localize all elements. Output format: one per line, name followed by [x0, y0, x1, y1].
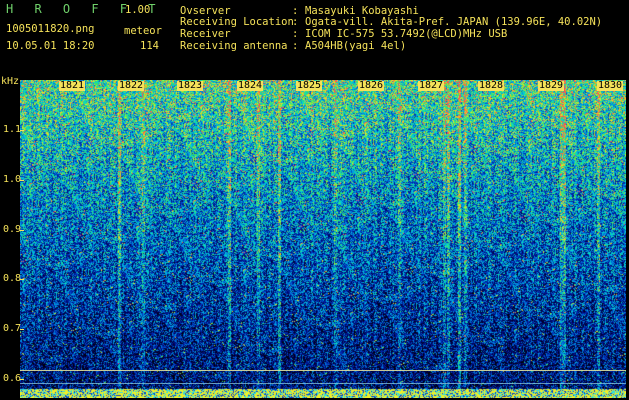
datetime: 10.05.01 18:20 — [6, 40, 95, 52]
x-tick-label: 1828 — [478, 80, 505, 91]
filename: 1005011820.png — [6, 23, 95, 35]
y-tick-label: 0.9 — [3, 224, 22, 235]
y-tick-label: 0.6 — [3, 373, 22, 384]
event-label: meteor — [124, 25, 162, 37]
info-sep: : — [292, 40, 299, 52]
x-tick-label: 1826 — [358, 80, 385, 91]
info-key-antenna: Receiving antenna — [180, 40, 288, 52]
event-count: 114 — [140, 40, 159, 52]
x-tick-label: 1821 — [59, 80, 86, 91]
info-value-antenna: A504HB(yagi 4el) — [305, 40, 407, 52]
spectrogram — [20, 80, 626, 398]
x-tick-label: 1827 — [418, 80, 445, 91]
reference-line — [20, 370, 626, 371]
x-tick-label: 1825 — [296, 80, 323, 91]
y-tick-mark — [20, 180, 24, 181]
y-tick-mark — [20, 230, 24, 231]
x-tick-label: 1830 — [597, 80, 624, 91]
y-tick-mark — [20, 130, 24, 131]
y-tick-label: 1.1 — [3, 124, 22, 135]
x-tick-label: 1829 — [538, 80, 565, 91]
y-axis-unit: kHz — [1, 76, 20, 87]
y-tick-label: 0.8 — [3, 273, 22, 284]
info-value-receiver: ICOM IC-575 53.7492(@LCD)MHz USB — [305, 28, 508, 40]
app-version: 1.00 — [125, 4, 151, 16]
reference-line — [20, 383, 626, 384]
info-key-receiver: Receiver — [180, 28, 231, 40]
y-tick-label: 0.7 — [3, 323, 22, 334]
y-tick-label: 1.0 — [3, 174, 22, 185]
y-tick-mark — [20, 329, 24, 330]
y-tick-mark — [20, 379, 24, 380]
info-sep: : — [292, 28, 299, 40]
info-sep: : — [292, 16, 299, 28]
y-tick-mark — [20, 279, 24, 280]
x-tick-label: 1824 — [237, 80, 264, 91]
spectrogram-canvas — [20, 80, 626, 398]
x-tick-label: 1823 — [177, 80, 204, 91]
info-value-location: Ogata-vill. Akita-Pref. JAPAN (139.96E, … — [305, 16, 603, 28]
info-key-location: Receiving Location — [180, 16, 294, 28]
x-tick-label: 1822 — [118, 80, 145, 91]
